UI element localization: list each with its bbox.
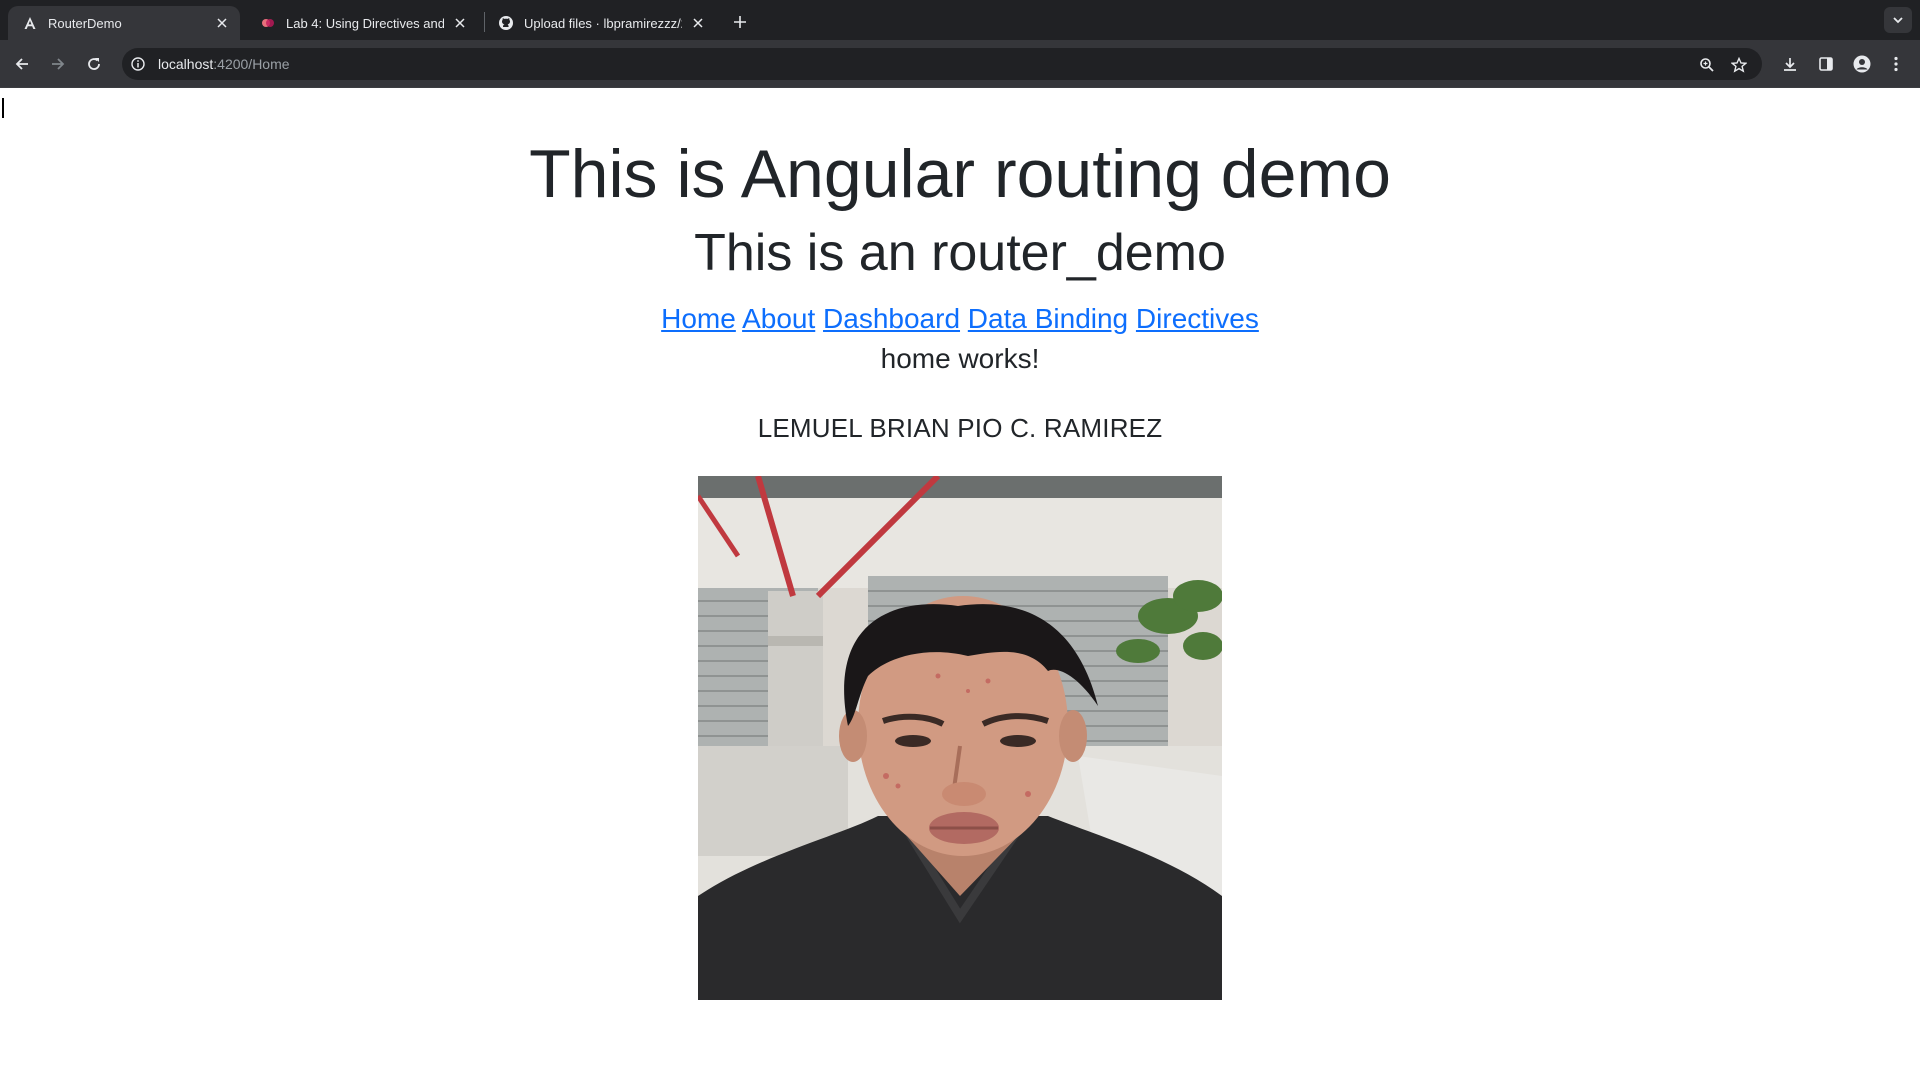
nav-link-dashboard[interactable]: Dashboard: [823, 303, 960, 334]
url-path: :4200/Home: [213, 56, 290, 72]
student-name: LEMUEL BRIAN PIO C. RAMIREZ: [757, 413, 1163, 444]
zoom-icon[interactable]: [1698, 56, 1716, 74]
tab-upload-files[interactable]: Upload files · lbpramirezzz/2: [484, 6, 716, 40]
tab-title: RouterDemo: [48, 15, 122, 31]
bookmark-star-icon[interactable]: [1730, 56, 1748, 74]
arrow-left-icon: [15, 58, 28, 70]
download-icon[interactable]: [1780, 54, 1800, 74]
tab-search-button[interactable]: [1884, 7, 1912, 33]
back-button[interactable]: [9, 51, 35, 77]
url-host: localhost: [158, 56, 214, 72]
close-tab-icon[interactable]: [690, 15, 706, 31]
profile-avatar-icon[interactable]: [1852, 54, 1872, 74]
tab-strip: RouterDemo Lab 4: Using Directives and R…: [0, 0, 1920, 40]
nav-link-data-binding[interactable]: Data Binding: [968, 303, 1128, 334]
tab-title: Lab 4: Using Directives and R: [286, 15, 444, 31]
app-root: This is Angular routing demo This is an …: [0, 88, 1920, 1001]
home-works-text: home works!: [880, 342, 1040, 374]
nav-link-home[interactable]: Home: [661, 303, 736, 334]
close-tab-icon[interactable]: [452, 15, 468, 31]
plus-icon: [734, 16, 746, 28]
nav-link-directives[interactable]: Directives: [1136, 303, 1259, 334]
tab-routerdemo[interactable]: RouterDemo: [8, 6, 240, 40]
page-content: This is Angular routing demo This is an …: [0, 88, 1920, 1081]
new-tab-button[interactable]: [728, 10, 752, 34]
tab-title: Upload files · lbpramirezzz/2: [524, 15, 682, 31]
page-subtitle: This is an router_demo: [694, 223, 1226, 282]
reload-button[interactable]: [81, 51, 107, 77]
forward-button[interactable]: [45, 51, 71, 77]
chevron-down-icon: [1893, 17, 1903, 24]
profile-photo: [698, 476, 1222, 1001]
text-caret: [2, 98, 4, 118]
page-title: This is Angular routing demo: [529, 136, 1391, 212]
angular-icon: [22, 15, 38, 31]
reload-icon: [88, 58, 100, 70]
github-icon: [498, 15, 514, 31]
arrow-right-icon: [52, 58, 65, 70]
address-bar[interactable]: localhost:4200/Home: [122, 48, 1762, 80]
close-tab-icon[interactable]: [214, 15, 230, 31]
pdf-reader-icon: [260, 15, 276, 31]
browser-toolbar: localhost:4200/Home: [0, 40, 1920, 88]
tab-lab4[interactable]: Lab 4: Using Directives and R: [246, 6, 478, 40]
menu-kebab-icon[interactable]: [1886, 54, 1906, 74]
side-panel-icon[interactable]: [1816, 54, 1836, 74]
router-nav: Home About Dashboard Data Binding Direct…: [0, 302, 1920, 336]
url-text[interactable]: localhost:4200/Home: [158, 56, 290, 72]
site-info-icon[interactable]: [130, 56, 146, 72]
selfie-image: [698, 476, 1222, 1001]
nav-link-about[interactable]: About: [742, 303, 815, 334]
